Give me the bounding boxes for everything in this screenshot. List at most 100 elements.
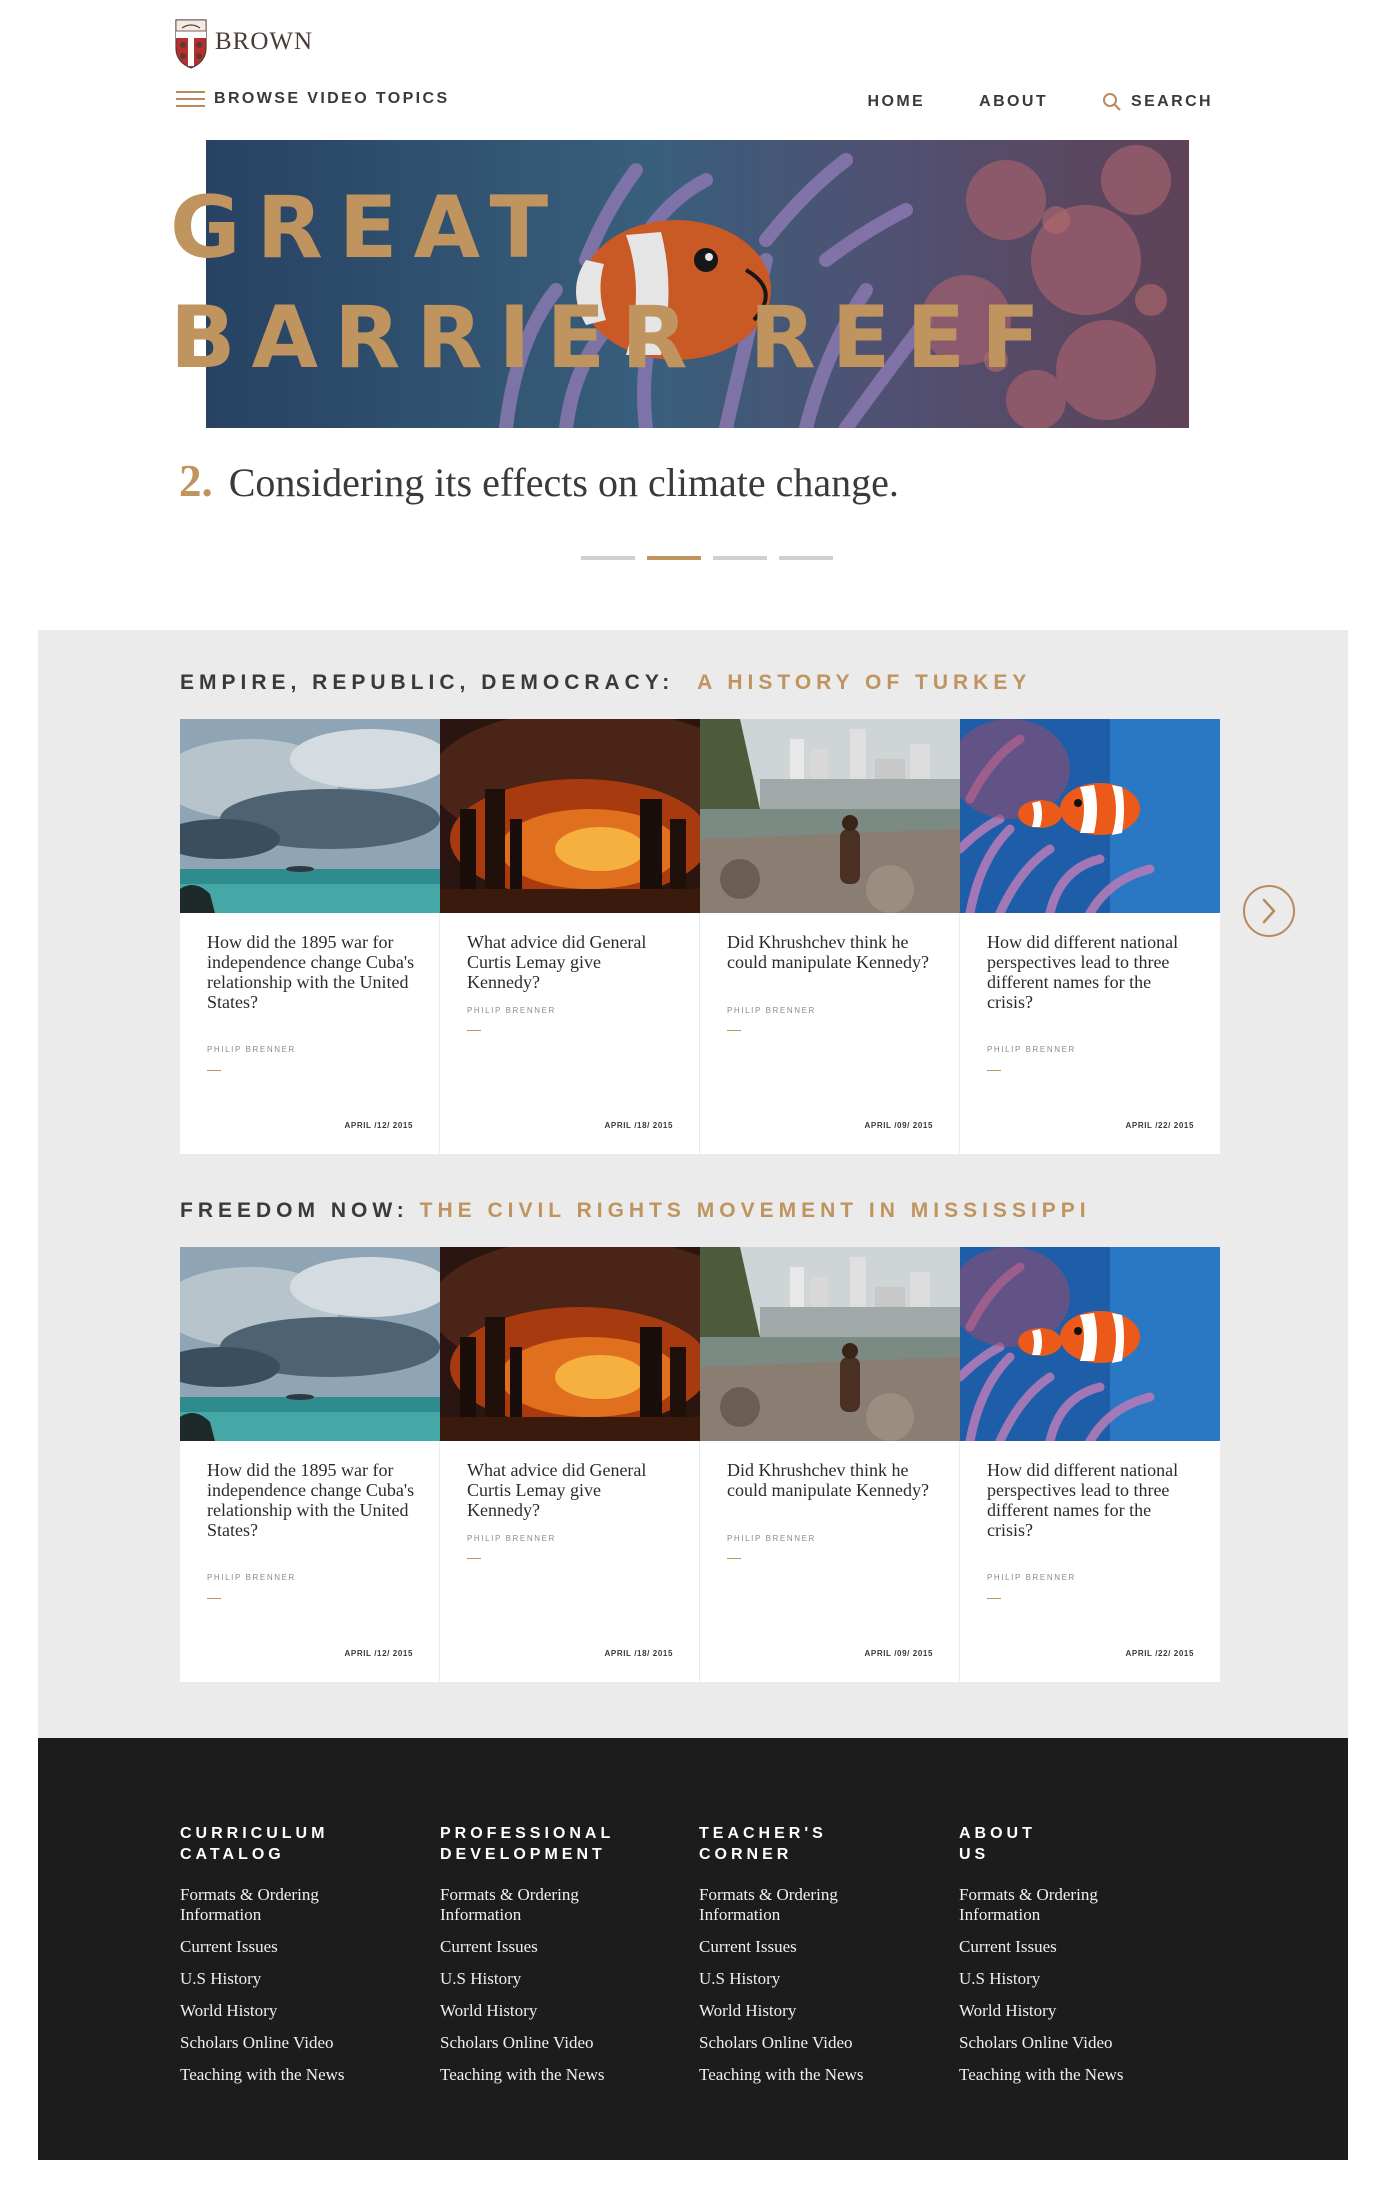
footer-column-teachers: TEACHER'S CORNER Formats & Ordering Info…: [699, 1823, 919, 2097]
footer-link[interactable]: Current Issues: [440, 1937, 660, 1957]
carousel-indicators: [581, 556, 833, 560]
section-heading-2[interactable]: FREEDOM NOW: THE CIVIL RIGHTS MOVEMENT I…: [180, 1199, 1091, 1223]
footer-link[interactable]: World History: [440, 2001, 660, 2021]
footer-link[interactable]: Current Issues: [699, 1937, 919, 1957]
card-author: PHILIP BRENNER: [207, 1573, 296, 1582]
footer-link[interactable]: Formats & Ordering Information: [440, 1885, 660, 1925]
card-title: What advice did General Curtis Lemay giv…: [467, 932, 647, 992]
card-title: How did the 1895 war for independence ch…: [207, 1460, 415, 1540]
nav-about-link[interactable]: ABOUT: [979, 93, 1048, 111]
caption-text: Considering its effects on climate chang…: [228, 460, 899, 505]
footer-link[interactable]: Teaching with the News: [959, 2065, 1179, 2085]
footer-link[interactable]: U.S History: [959, 1969, 1179, 1989]
hamburger-menu-icon: [176, 91, 205, 107]
video-card[interactable]: How did the 1895 war for independence ch…: [180, 719, 440, 1154]
thumb-storm-sea: [180, 719, 440, 913]
carousel-dot-4[interactable]: [779, 556, 833, 560]
video-card[interactable]: How did the 1895 war for independence ch…: [180, 1247, 440, 1682]
nav-search-button[interactable]: SEARCH: [1102, 92, 1213, 112]
card-divider: [467, 1030, 481, 1031]
footer-link[interactable]: Formats & Ordering Information: [699, 1885, 919, 1925]
card-date: APRIL /18/ 2015: [604, 1121, 673, 1130]
footer-link[interactable]: Teaching with the News: [440, 2065, 660, 2085]
footer-link[interactable]: U.S History: [699, 1969, 919, 1989]
footer-link[interactable]: Formats & Ordering Information: [959, 1885, 1179, 1925]
video-card-row-1: How did the 1895 war for independence ch…: [180, 719, 1220, 1154]
nav-about-label: ABOUT: [979, 93, 1049, 110]
card-date: APRIL /22/ 2015: [1125, 1121, 1194, 1130]
main-nav: HOME ABOUT SEARCH: [868, 92, 1213, 112]
card-author: PHILIP BRENNER: [467, 1006, 556, 1015]
card-author: PHILIP BRENNER: [727, 1534, 816, 1543]
card-title: What advice did General Curtis Lemay giv…: [467, 1460, 647, 1520]
footer-link[interactable]: World History: [959, 2001, 1179, 2021]
footer-column-title: TEACHER'S CORNER: [699, 1825, 827, 1863]
card-divider: [727, 1030, 741, 1031]
footer-link[interactable]: Scholars Online Video: [699, 2033, 919, 2053]
card-date: APRIL /12/ 2015: [344, 1121, 413, 1130]
thumb-slum-city: [700, 719, 960, 913]
browse-label: BROWSE VIDEO TOPICS: [214, 90, 450, 107]
card-divider: [467, 1558, 481, 1559]
card-divider: [987, 1598, 1001, 1599]
chevron-right-icon: [1262, 898, 1276, 924]
footer-link[interactable]: Scholars Online Video: [440, 2033, 660, 2053]
footer-column-title: ABOUT US: [959, 1825, 1036, 1863]
footer-column-title: PROFESSIONAL DEVELOPMENT: [440, 1825, 615, 1863]
hero-caption: 2. Considering its effects on climate ch…: [179, 455, 899, 507]
card-divider: [207, 1598, 221, 1599]
card-title: How did different national perspectives …: [987, 932, 1179, 1012]
section-heading-dark: FREEDOM NOW:: [180, 1199, 409, 1222]
footer-column-professional: PROFESSIONAL DEVELOPMENT Formats & Order…: [440, 1823, 660, 2097]
thumb-fire-factory: [440, 1247, 700, 1441]
video-card[interactable]: What advice did General Curtis Lemay giv…: [440, 1247, 700, 1682]
carousel-dot-2[interactable]: [647, 556, 701, 560]
search-icon: [1103, 93, 1121, 111]
caption-number: 2.: [179, 456, 213, 506]
nav-home-label: HOME: [867, 93, 926, 110]
card-title: How did the 1895 war for independence ch…: [207, 932, 415, 1012]
carousel-dot-3[interactable]: [713, 556, 767, 560]
nav-search-label: SEARCH: [1131, 93, 1213, 110]
footer-link[interactable]: World History: [180, 2001, 400, 2021]
thumb-clownfish: [960, 719, 1220, 913]
card-title: Did Khrushchev think he could manipulate…: [727, 1460, 929, 1500]
footer-link[interactable]: Scholars Online Video: [959, 2033, 1179, 2053]
footer-link[interactable]: Current Issues: [180, 1937, 400, 1957]
brand-name: BROWN: [215, 28, 314, 55]
footer-link[interactable]: Teaching with the News: [699, 2065, 919, 2085]
browse-video-topics-button[interactable]: BROWSE VIDEO TOPICS: [176, 90, 450, 108]
footer-link[interactable]: U.S History: [440, 1969, 660, 1989]
nav-home-link[interactable]: HOME: [868, 93, 926, 111]
brown-logo[interactable]: BROWN: [173, 14, 313, 70]
card-author: PHILIP BRENNER: [467, 1534, 556, 1543]
footer-link[interactable]: Formats & Ordering Information: [180, 1885, 400, 1925]
hero-title-line1: GREAT: [170, 178, 565, 278]
shield-crest-icon: [175, 19, 207, 69]
card-author: PHILIP BRENNER: [727, 1006, 816, 1015]
card-author: PHILIP BRENNER: [207, 1045, 296, 1054]
card-date: APRIL /12/ 2015: [344, 1649, 413, 1658]
hero-title-line2: BARRIER REEF: [170, 288, 1056, 388]
footer-link[interactable]: Teaching with the News: [180, 2065, 400, 2085]
video-card[interactable]: Did Khrushchev think he could manipulate…: [700, 719, 960, 1154]
section-heading-gold: A HISTORY OF TURKEY: [697, 671, 1032, 694]
video-card[interactable]: Did Khrushchev think he could manipulate…: [700, 1247, 960, 1682]
footer-link[interactable]: Current Issues: [959, 1937, 1179, 1957]
card-date: APRIL /22/ 2015: [1125, 1649, 1194, 1658]
video-card[interactable]: How did different national perspectives …: [960, 1247, 1220, 1682]
card-title: Did Khrushchev think he could manipulate…: [727, 932, 929, 972]
footer-link[interactable]: U.S History: [180, 1969, 400, 1989]
carousel-next-button[interactable]: [1243, 885, 1295, 937]
section-heading-gold: THE CIVIL RIGHTS MOVEMENT IN MISSISSIPPI: [419, 1199, 1091, 1222]
carousel-dot-1[interactable]: [581, 556, 635, 560]
footer-link[interactable]: Scholars Online Video: [180, 2033, 400, 2053]
section-heading-1[interactable]: EMPIRE, REPUBLIC, DEMOCRACY: A HISTORY O…: [180, 671, 1031, 695]
card-author: PHILIP BRENNER: [987, 1045, 1076, 1054]
video-card[interactable]: What advice did General Curtis Lemay giv…: [440, 719, 700, 1154]
footer-column-curriculum: CURRICULUM CATALOG Formats & Ordering In…: [180, 1823, 400, 2097]
video-card[interactable]: How did different national perspectives …: [960, 719, 1220, 1154]
card-divider: [727, 1558, 741, 1559]
footer-link[interactable]: World History: [699, 2001, 919, 2021]
card-divider: [987, 1070, 1001, 1071]
